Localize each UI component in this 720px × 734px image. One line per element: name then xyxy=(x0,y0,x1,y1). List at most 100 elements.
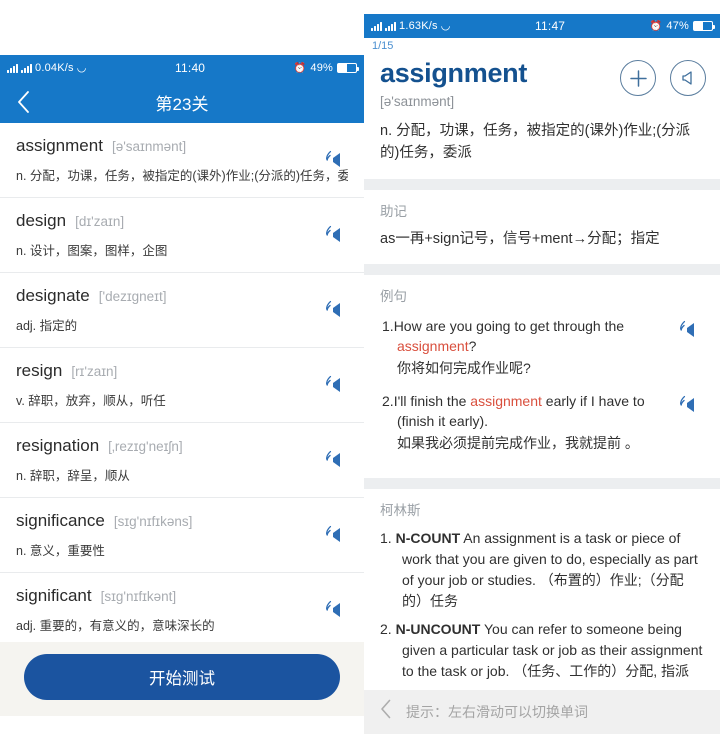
battery-percent-label: 47% xyxy=(666,20,689,32)
network-speed-label: 0.04K/s xyxy=(35,62,74,74)
word-text: significant xyxy=(16,586,92,605)
status-bar-left-group: 0.04K/s ◡ xyxy=(7,62,87,74)
speaker-button[interactable] xyxy=(326,600,348,620)
section-divider xyxy=(364,178,720,190)
word-list[interactable]: assignment [ə'saɪnmənt] n. 分配，功课，任务，被指定的… xyxy=(0,123,364,642)
word-heading: design [dɪ'zaɪn] xyxy=(16,211,348,231)
speaker-button[interactable] xyxy=(326,225,348,245)
phonetic-text: [ə'saɪnmənt] xyxy=(111,139,187,154)
word-heading: resignation [‚rezɪg'neɪʃn] xyxy=(16,436,348,456)
speaker-icon xyxy=(680,321,694,338)
collins-pos-label: N-COUNT xyxy=(395,529,461,546)
battery-icon xyxy=(693,21,715,31)
examples-title: 例句 xyxy=(380,289,407,305)
hint-bar: 提示：左右滑动可以切换单词 xyxy=(364,690,720,734)
example-en-before: How are you going to get through the xyxy=(393,318,625,335)
left-navbar: 第23关 xyxy=(0,81,364,123)
list-item[interactable]: assignment [ə'saɪnmənt] n. 分配，功课，任务，被指定的… xyxy=(0,123,364,198)
word-detail-body[interactable]: assignment [ə'saɪnmənt] n. 分配，功课，任务，被指定的… xyxy=(364,54,720,734)
page-title: 第23关 xyxy=(155,94,209,114)
word-heading: designate ['dezɪgneɪt] xyxy=(16,286,348,306)
example-speaker-button[interactable] xyxy=(680,395,702,415)
example-en-after: ? xyxy=(468,338,477,355)
mnemonic-section: 助记 as一再+sign记号，信号+ment→分配；指定 xyxy=(364,190,720,265)
left-screen-word-list: 0.04K/s ◡ 11:40 ⏰ 49% 第23关 assignment [ə… xyxy=(0,0,364,734)
definition-text: n. 辞职，辞呈，顺从 xyxy=(16,469,130,483)
speaker-button[interactable] xyxy=(326,300,348,320)
section-divider xyxy=(364,477,720,489)
left-status-bar: 0.04K/s ◡ 11:40 ⏰ 49% xyxy=(0,55,364,81)
speaker-button[interactable] xyxy=(326,525,348,545)
headword-section: assignment [ə'saɪnmənt] xyxy=(364,54,720,121)
examples-section: 例句 1.How are you going to get through th… xyxy=(364,275,720,478)
collins-number: 2. xyxy=(380,620,392,637)
list-item[interactable]: significant [sɪg'nɪfɪkənt] adj. 重要的，有意义的… xyxy=(0,573,364,642)
list-item[interactable]: resign [rɪ'zaɪn] v. 辞职，放弃，顺从，听任 xyxy=(0,348,364,423)
alarm-clock-icon: ⏰ xyxy=(649,20,663,32)
example-speaker-button[interactable] xyxy=(680,320,702,340)
phonetic-text: [rɪ'zaɪn] xyxy=(71,364,118,379)
word-text: significance xyxy=(16,511,105,530)
top-whitespace-right xyxy=(364,0,720,14)
example-item: 1.How are you going to get through the a… xyxy=(380,314,704,389)
definition-text: n. 设计，图案，图样，企图 xyxy=(16,244,168,258)
alarm-clock-icon: ⏰ xyxy=(293,62,307,74)
dual-screenshot-container: 0.04K/s ◡ 11:40 ⏰ 49% 第23关 assignment [ə… xyxy=(0,0,720,734)
top-whitespace xyxy=(0,0,364,55)
back-button[interactable] xyxy=(0,81,46,123)
hint-text: 提示：左右滑动可以切换单词 xyxy=(406,704,588,720)
example-english: 2.I'll finish the assignment early if I … xyxy=(382,392,666,432)
collins-entry: 1. N-COUNT An assignment is a task or pi… xyxy=(380,528,704,612)
speaker-icon xyxy=(326,150,340,167)
progress-indicator: 1/15 xyxy=(364,38,720,54)
battery-icon xyxy=(337,63,359,73)
speaker-button[interactable] xyxy=(326,450,348,470)
example-item: 2.I'll finish the assignment early if I … xyxy=(380,389,704,464)
mnemonic-title: 助记 xyxy=(380,203,407,219)
list-item[interactable]: design [dɪ'zaɪn] n. 设计，图案，图样，企图 xyxy=(0,198,364,273)
status-bar-time: 11:47 xyxy=(535,19,566,33)
word-heading: significance [sɪg'nɪfɪkəns] xyxy=(16,511,348,531)
phonetic-text: [dɪ'zaɪn] xyxy=(75,214,125,229)
example-chinese: 如果我必须提前完成作业，我就提前 。 xyxy=(397,434,639,451)
list-item[interactable]: resignation [‚rezɪg'neɪʃn] n. 辞职，辞呈，顺从 xyxy=(0,423,364,498)
status-bar-right-group: ⏰ 47% xyxy=(649,20,715,32)
signal-bars-icon-2 xyxy=(21,63,32,73)
plus-circle-icon xyxy=(629,69,647,87)
speaker-icon xyxy=(326,525,340,542)
collins-title: 柯林斯 xyxy=(380,502,421,518)
example-english: 1.How are you going to get through the a… xyxy=(382,317,666,357)
collins-number: 1. xyxy=(380,529,392,546)
bottom-whitespace xyxy=(0,716,364,734)
word-text: resign xyxy=(16,361,63,380)
word-text: design xyxy=(16,211,67,230)
speaker-icon xyxy=(326,225,340,242)
hint-back-button[interactable] xyxy=(380,699,392,725)
signal-bars-icon-2 xyxy=(385,21,396,31)
chevron-left-icon xyxy=(381,699,391,719)
pronounce-button[interactable] xyxy=(670,60,706,96)
headword-phonetic: [ə'saɪnmənt] xyxy=(380,94,455,109)
headword-definition: n. 分配，功课，任务，被指定的(课外)作业;(分派的)任务，委派 xyxy=(380,123,691,161)
section-divider xyxy=(364,264,720,276)
list-item[interactable]: designate ['dezɪgneɪt] adj. 指定的 xyxy=(0,273,364,348)
start-test-area: 开始测试 xyxy=(0,642,364,716)
example-en-before: I'll finish the xyxy=(393,393,471,409)
list-item[interactable]: significance [sɪg'nɪfɪkəns] n. 意义，重要性 xyxy=(0,498,364,573)
word-heading: assignment [ə'saɪnmənt] xyxy=(16,136,348,156)
start-test-button[interactable]: 开始测试 xyxy=(24,654,340,700)
word-text: designate xyxy=(16,286,90,305)
collins-entry: 2. N-UNCOUNT You can refer to someone be… xyxy=(380,619,704,682)
add-word-button[interactable] xyxy=(620,60,656,96)
example-number: 2. xyxy=(382,393,394,409)
definition-text: adj. 重要的，有意义的，意味深长的 xyxy=(16,619,215,633)
example-chinese: 你将如何完成作业呢? xyxy=(397,360,531,376)
speaker-icon xyxy=(326,450,340,467)
collins-section: 柯林斯 1. N-COUNT An assignment is a task o… xyxy=(364,489,720,703)
battery-percent-label: 49% xyxy=(310,62,333,74)
wifi-icon: ◡ xyxy=(440,19,451,32)
speaker-button[interactable] xyxy=(326,375,348,395)
word-text: resignation xyxy=(16,436,100,455)
definition-text: adj. 指定的 xyxy=(16,319,78,333)
speaker-button[interactable] xyxy=(326,150,348,170)
